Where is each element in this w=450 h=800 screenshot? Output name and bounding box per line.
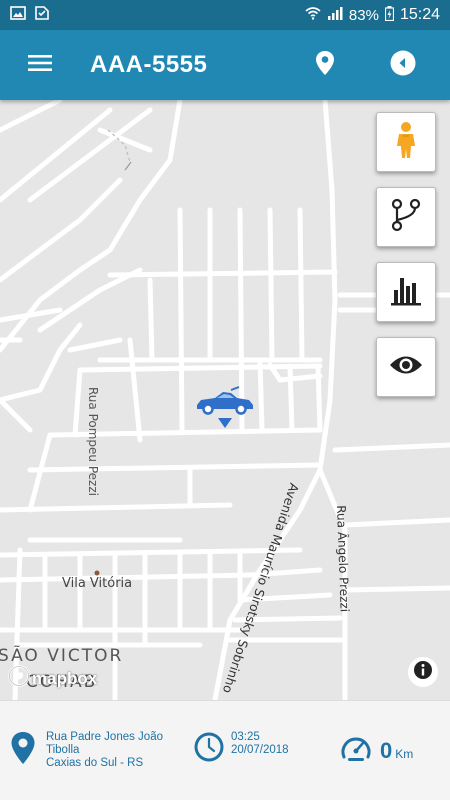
attribution-info-button[interactable] [408,657,438,687]
address-line: Caxias do Sul - RS [46,757,144,769]
back-arrow-icon [390,50,416,81]
visibility-button[interactable] [376,337,436,397]
car-icon [195,386,255,434]
speedometer-icon [340,733,372,768]
app-notification-icon [34,6,50,24]
location-pin-icon [315,50,335,81]
status-bar: 83% 15:24 [0,0,450,30]
battery-icon [384,5,395,25]
place-label: Vila Vitória [62,576,133,591]
location-button[interactable] [305,45,345,85]
vehicle-info-footer: Rua Padre Jones João Tibolla Caxias do S… [0,700,450,800]
street-view-button[interactable] [376,112,436,172]
last-update-time: 03:25 [231,731,260,743]
address-line: Tibolla [46,744,80,756]
speed-value: 0 [380,737,393,763]
menu-button[interactable] [10,30,70,100]
speed-section: 0 Km [340,733,413,768]
speed-unit: Km [395,746,414,761]
eye-icon [389,354,423,381]
last-update-date: 20/07/2018 [231,744,289,756]
gallery-notification-icon [10,6,26,24]
street-label: Rua Pompeu Pezzi [86,387,100,496]
clock-icon [193,731,225,768]
pegman-icon [395,121,417,164]
mapbox-logo[interactable]: mapbox [8,665,97,692]
vehicle-marker[interactable] [195,385,255,430]
address-line: Rua Padre Jones João [46,731,163,743]
address-section: Rua Padre Jones João Tibolla Caxias do S… [10,731,181,770]
wifi-icon [305,6,321,24]
location-pin-icon [10,731,36,770]
bar-chart-icon [391,274,421,311]
statistics-button[interactable] [376,262,436,322]
place-label: SÃO VICTOR [0,646,124,666]
info-icon [413,660,433,685]
mapbox-text: mapbox [32,668,98,688]
mapbox-icon [8,665,30,692]
map-view[interactable]: Rua Pompeu Pezzi Avenida Maurício Sirots… [0,100,450,700]
vehicle-plate-title: AAA-5555 [90,51,208,78]
battery-text: 83% [348,6,379,24]
route-icon [391,198,421,237]
datetime-section: 03:25 20/07/2018 [193,731,289,768]
menu-icon [28,54,52,77]
app-bar: AAA-5555 [0,30,450,100]
back-button[interactable] [383,45,423,85]
signal-icon [327,6,343,24]
clock-text: 15:24 [399,6,440,23]
route-button[interactable] [376,187,436,247]
